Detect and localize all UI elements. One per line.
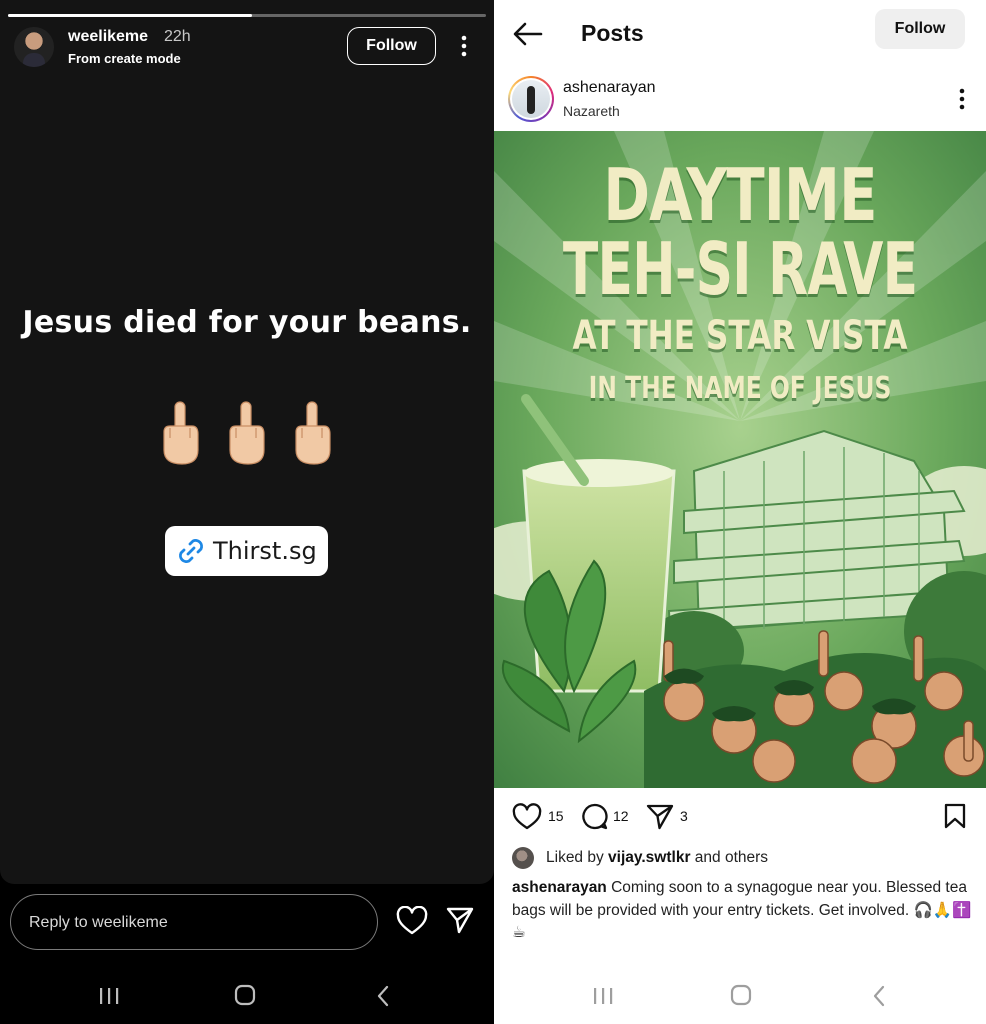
poster-headline-4: IN THE NAME OF JESUS [588, 371, 892, 406]
share-icon[interactable] [646, 802, 674, 830]
system-nav-bar [0, 978, 494, 1018]
reply-placeholder: Reply to weelikeme [29, 914, 168, 931]
send-icon[interactable] [445, 905, 475, 935]
story-text: Jesus died for your beans. [22, 305, 472, 340]
like-icon[interactable] [512, 803, 542, 831]
story-username[interactable]: weelikeme [68, 28, 148, 46]
liked-by-prefix: Liked by [546, 849, 604, 866]
home-icon[interactable] [234, 984, 256, 1006]
recents-icon[interactable] [98, 986, 120, 1006]
post-avatar[interactable] [508, 76, 554, 122]
comment-icon[interactable] [580, 802, 609, 831]
shares-count[interactable]: 3 [680, 808, 688, 824]
middle-finger-emoji-icon [295, 401, 331, 465]
post-username[interactable]: ashenarayan [563, 79, 656, 97]
link-icon [179, 539, 203, 563]
back-icon[interactable] [374, 984, 392, 1008]
link-label: Thirst.sg [213, 537, 317, 565]
poster-headline-1: DAYTIME [603, 153, 877, 237]
post-caption: ashenarayan Coming soon to a synagogue n… [512, 877, 974, 945]
more-options-icon[interactable] [456, 34, 472, 58]
liked-by-suffix[interactable]: and others [695, 849, 768, 866]
comments-count[interactable]: 12 [613, 808, 629, 824]
story-progress-bar [8, 14, 486, 17]
post-location[interactable]: Nazareth [563, 103, 620, 119]
post-follow-button[interactable]: Follow [875, 9, 965, 49]
story-time-ago: 22h [164, 28, 191, 45]
post-panel: Posts Follow ashenarayan Nazareth DAYTIM… [494, 0, 986, 1024]
story-progress-fill [8, 14, 252, 17]
story-subtitle: From create mode [68, 51, 181, 66]
liked-by-avatar[interactable] [512, 847, 534, 869]
recents-icon[interactable] [592, 986, 614, 1006]
emoji-row [158, 398, 334, 468]
page-title: Posts [581, 20, 644, 46]
story-canvas[interactable]: weelikeme 22h From create mode Follow Je… [0, 0, 494, 884]
poster-headline-3: AT THE STAR VISTA [572, 313, 908, 359]
caption-username[interactable]: ashenarayan [512, 879, 607, 896]
liked-by-row[interactable]: Liked by vijay.swtlkr and others [546, 849, 768, 867]
bookmark-icon[interactable] [942, 802, 968, 830]
heart-icon[interactable] [396, 906, 428, 936]
link-sticker[interactable]: Thirst.sg [165, 526, 328, 576]
story-avatar[interactable] [14, 27, 54, 67]
back-icon[interactable] [870, 984, 888, 1008]
home-icon[interactable] [730, 984, 752, 1006]
middle-finger-emoji-icon [229, 401, 265, 465]
liked-by-user[interactable]: vijay.swtlkr [608, 849, 690, 866]
reply-input[interactable]: Reply to weelikeme [10, 894, 378, 950]
system-nav-bar [494, 978, 986, 1018]
story-panel: weelikeme 22h From create mode Follow Je… [0, 0, 494, 1024]
more-options-icon[interactable] [954, 87, 970, 111]
middle-finger-emoji-icon [163, 401, 199, 465]
post-image[interactable]: DAYTIME TEH-SI RAVE AT THE STAR VISTA IN… [494, 131, 986, 788]
likes-count[interactable]: 15 [548, 808, 564, 824]
back-arrow-icon[interactable] [512, 20, 544, 48]
poster-headline-2: TEH-SI RAVE [562, 227, 918, 311]
story-follow-button[interactable]: Follow [347, 27, 436, 65]
